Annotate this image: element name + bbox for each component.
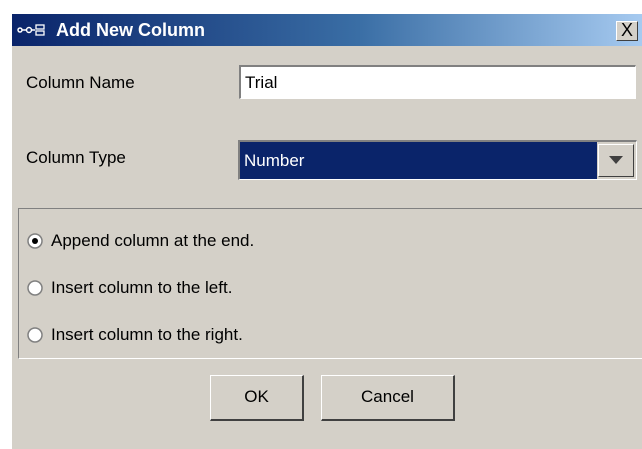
chevron-down-icon (609, 156, 623, 164)
dialog-title: Add New Column (56, 20, 205, 40)
radio-label: Insert column to the right. (51, 325, 243, 344)
close-button[interactable]: X (616, 21, 638, 41)
radio-label: Append column at the end. (51, 231, 255, 250)
position-radio-group: Append column at the end. Insert column … (18, 208, 642, 359)
radio-unselected-icon (27, 280, 43, 296)
ok-button[interactable]: OK (210, 375, 304, 421)
column-name-label: Column Name (26, 73, 135, 92)
radio-label: Insert column to the left. (51, 278, 233, 297)
column-type-label: Column Type (26, 148, 126, 167)
dropdown-button[interactable] (598, 144, 634, 177)
column-type-select[interactable]: Number (238, 140, 637, 180)
cancel-button[interactable]: Cancel (321, 375, 455, 421)
title-bar[interactable]: Add New Column X (12, 14, 642, 46)
radio-selected-icon (27, 233, 43, 249)
column-icon (17, 23, 47, 37)
add-column-dialog: Add New Column X Column Name Column Type… (12, 14, 642, 449)
column-name-input[interactable] (239, 65, 636, 99)
column-type-value: Number (240, 142, 597, 179)
radio-unselected-icon (27, 327, 43, 343)
